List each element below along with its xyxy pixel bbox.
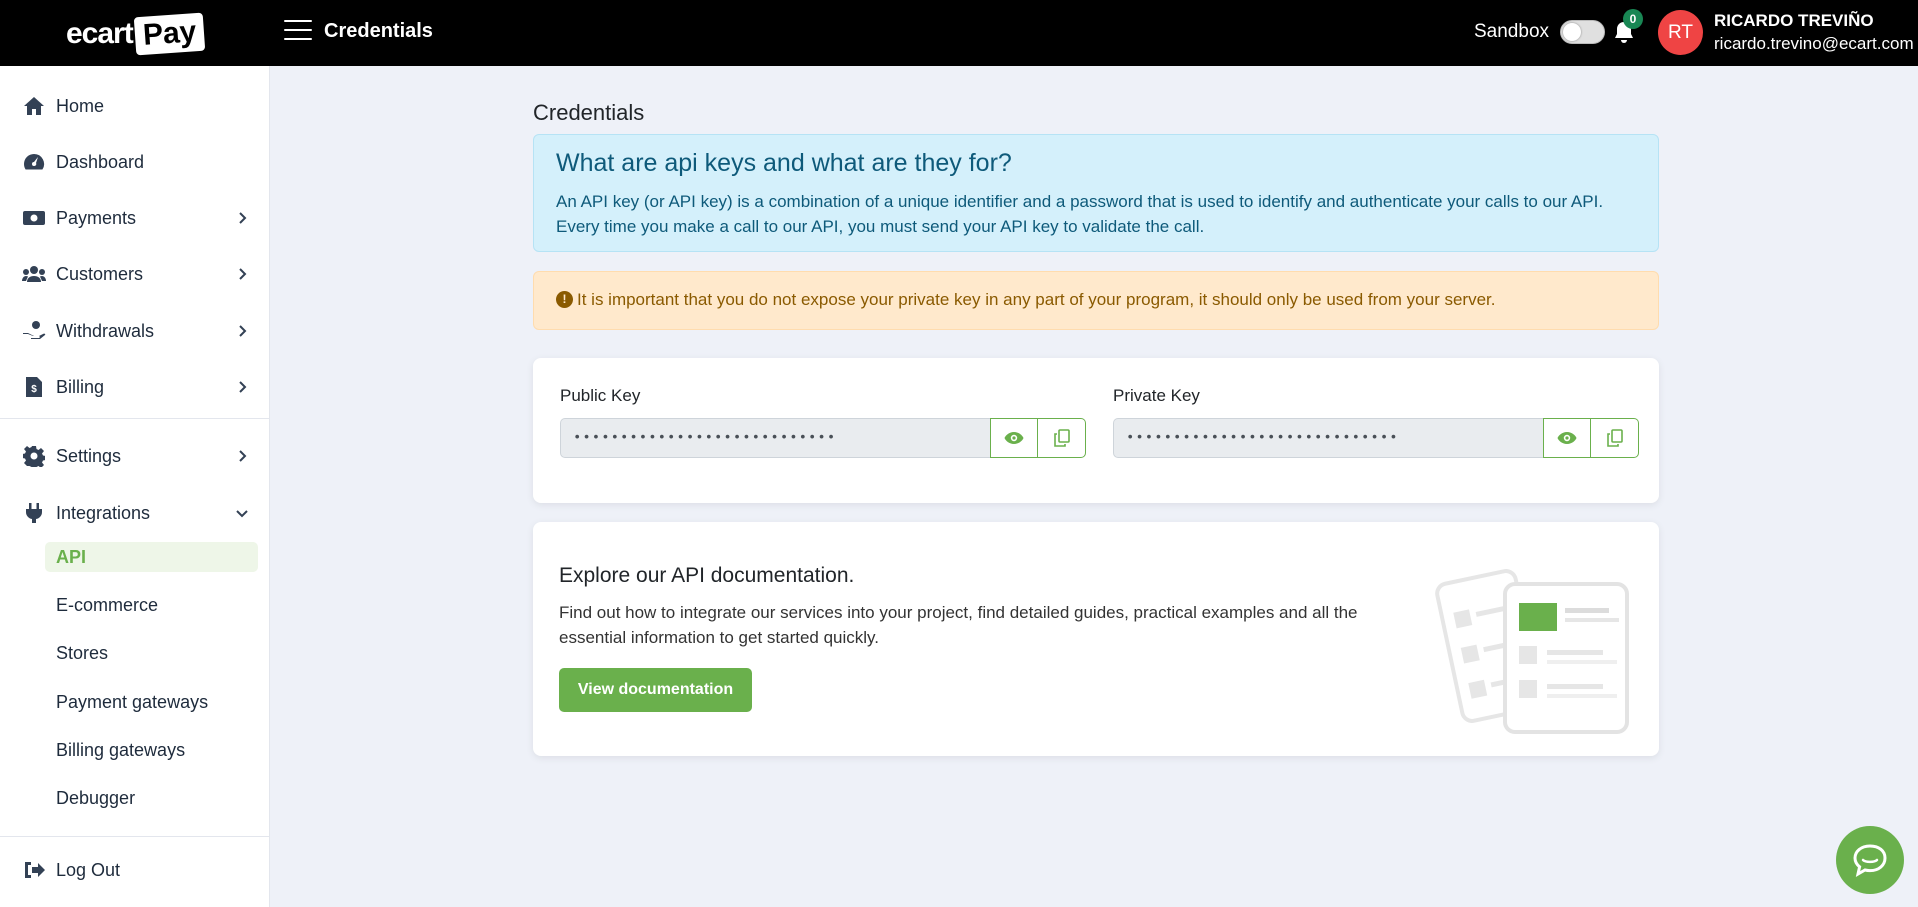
sandbox-label: Sandbox <box>1474 21 1549 43</box>
subitem-label: Debugger <box>56 788 135 809</box>
chevron-down-icon <box>236 507 248 519</box>
avatar[interactable]: RT <box>1658 10 1703 55</box>
eye-icon <box>1557 431 1577 445</box>
subitem-label: Billing gateways <box>56 740 185 761</box>
svg-text:$: $ <box>31 384 37 395</box>
api-keys-info-alert: What are api keys and what are they for?… <box>533 134 1659 252</box>
show-private-key-button[interactable] <box>1543 418 1591 458</box>
chevron-right-icon <box>236 450 248 462</box>
public-key-input[interactable]: •••••••••••••••••••••••••••• <box>560 418 990 458</box>
sidebar-subitem-billing-gateways[interactable]: Billing gateways <box>45 735 258 765</box>
copy-private-key-button[interactable] <box>1591 418 1639 458</box>
sidebar-item-label: Integrations <box>56 503 150 524</box>
private-key-warning-alert: ! It is important that you do not expose… <box>533 271 1659 330</box>
show-public-key-button[interactable] <box>990 418 1038 458</box>
exclamation-circle-icon: ! <box>556 291 573 308</box>
copy-public-key-button[interactable] <box>1038 418 1086 458</box>
logo-word: ecart <box>66 17 133 51</box>
subitem-label: E-commerce <box>56 595 158 616</box>
private-key-group: ••••••••••••••••••••••••••••• <box>1113 418 1639 458</box>
home-icon <box>22 94 46 118</box>
warning-text: It is important that you do not expose y… <box>577 290 1495 310</box>
chevron-right-icon <box>236 325 248 337</box>
sidebar-item-label: Customers <box>56 264 143 285</box>
keys-card: Public Key •••••••••••••••••••••••••••• … <box>533 358 1659 503</box>
sidebar-item-integrations[interactable]: Integrations <box>0 491 270 535</box>
hand-money-icon <box>22 319 46 343</box>
sidebar-subitem-debugger[interactable]: Debugger <box>45 783 258 813</box>
sidebar-item-withdrawals[interactable]: Withdrawals <box>0 309 270 353</box>
chevron-right-icon <box>236 381 248 393</box>
api-docs-card: Explore our API documentation. Find out … <box>533 522 1659 756</box>
user-email: ricardo.trevino@ecart.com <box>1714 34 1914 54</box>
logout-icon <box>22 858 46 882</box>
private-key-label: Private Key <box>1113 386 1200 406</box>
sidebar-divider <box>0 836 270 837</box>
page-title: Credentials <box>533 100 644 126</box>
ecartpay-logo[interactable]: ecart Pay <box>66 13 204 55</box>
sidebar-item-dashboard[interactable]: Dashboard <box>0 140 270 184</box>
header-title: Credentials <box>324 20 433 43</box>
user-name: RICARDO TREVIÑO <box>1714 11 1874 31</box>
sidebar-item-home[interactable]: Home <box>0 84 270 128</box>
notification-badge: 0 <box>1623 9 1643 29</box>
subitem-label: Stores <box>56 643 108 664</box>
menu-toggle-icon[interactable] <box>284 20 312 42</box>
sidebar-item-billing[interactable]: $ Billing <box>0 365 270 409</box>
sidebar-item-label: Payments <box>56 208 136 229</box>
sidebar-subitem-payment-gateways[interactable]: Payment gateways <box>45 687 258 717</box>
copy-icon <box>1054 429 1070 447</box>
sidebar-subitem-api[interactable]: API <box>45 542 258 572</box>
sidebar-item-label: Withdrawals <box>56 321 154 342</box>
sidebar-item-label: Billing <box>56 377 104 398</box>
plug-icon <box>22 501 46 525</box>
users-icon <box>22 262 46 286</box>
subitem-label: API <box>56 547 86 568</box>
sidebar-subitem-ecommerce[interactable]: E-commerce <box>45 590 258 620</box>
docs-title: Explore our API documentation. <box>559 564 854 588</box>
sandbox-toggle[interactable] <box>1560 20 1605 44</box>
sidebar-item-customers[interactable]: Customers <box>0 252 270 296</box>
logout-label: Log Out <box>56 860 120 881</box>
logo-box-word: Pay <box>133 13 205 56</box>
copy-icon <box>1607 429 1623 447</box>
docs-text: Find out how to integrate our services i… <box>559 600 1419 650</box>
chat-bubble-icon <box>1852 843 1888 877</box>
sidebar-item-label: Dashboard <box>56 152 144 173</box>
view-documentation-button[interactable]: View documentation <box>559 668 752 712</box>
eye-icon <box>1004 431 1024 445</box>
money-icon <box>22 206 46 230</box>
invoice-icon: $ <box>22 375 46 399</box>
private-key-input[interactable]: ••••••••••••••••••••••••••••• <box>1113 418 1543 458</box>
info-text: An API key (or API key) is a combination… <box>556 189 1636 239</box>
sidebar-item-settings[interactable]: Settings <box>0 434 270 478</box>
sidebar-item-label: Settings <box>56 446 121 467</box>
subitem-label: Payment gateways <box>56 692 208 713</box>
sidebar-item-label: Home <box>56 96 104 117</box>
public-key-label: Public Key <box>560 386 640 406</box>
sidebar-item-payments[interactable]: Payments <box>0 196 270 240</box>
public-key-group: •••••••••••••••••••••••••••• <box>560 418 1086 458</box>
sidebar-divider <box>0 418 270 419</box>
top-bar: ecart Pay Credentials Sandbox 0 RT RICAR… <box>0 0 1918 66</box>
logout-button[interactable]: Log Out <box>0 848 270 892</box>
chevron-right-icon <box>236 268 248 280</box>
documentation-illustration-icon <box>1429 546 1629 736</box>
sidebar-subitem-stores[interactable]: Stores <box>45 638 258 668</box>
sidebar: Home Dashboard Payments Customers Withdr… <box>0 66 270 907</box>
chevron-right-icon <box>236 212 248 224</box>
gauge-icon <box>22 150 46 174</box>
gear-icon <box>22 444 46 468</box>
chat-support-button[interactable] <box>1836 826 1904 894</box>
info-title: What are api keys and what are they for? <box>556 149 1012 178</box>
